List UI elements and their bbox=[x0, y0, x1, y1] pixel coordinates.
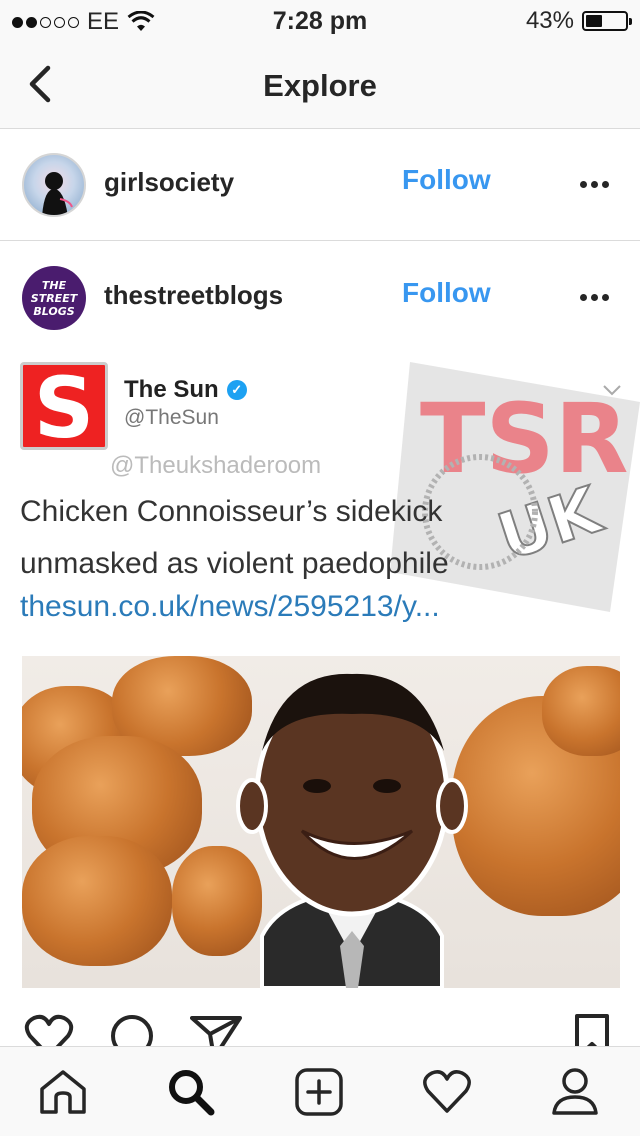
avatar[interactable] bbox=[22, 153, 86, 217]
post-action-bar bbox=[0, 990, 640, 1060]
search-icon bbox=[169, 1070, 215, 1116]
more-options-icon[interactable] bbox=[580, 181, 609, 188]
tab-add[interactable] bbox=[294, 1067, 344, 1117]
more-options-icon[interactable] bbox=[580, 294, 609, 301]
logo-letter: S bbox=[33, 362, 95, 450]
profile-icon bbox=[552, 1068, 598, 1115]
follow-button[interactable]: Follow bbox=[402, 277, 491, 309]
post[interactable]: TSR UK S The Sun ✓ @TheSun @Theukshadero… bbox=[0, 350, 640, 990]
tweet-link: thesun.co.uk/news/2595213/y... bbox=[20, 590, 440, 623]
post-image bbox=[22, 656, 620, 988]
battery-percent: 43% bbox=[525, 7, 574, 34]
battery-fill bbox=[586, 15, 603, 27]
home-icon bbox=[40, 1070, 86, 1114]
silhouette-icon bbox=[42, 172, 73, 215]
avatar-text-line: STREET bbox=[30, 291, 78, 305]
nav-bar: Explore bbox=[0, 40, 640, 129]
status-bar: EE 7:28 pm 43% bbox=[0, 0, 640, 40]
tab-bar bbox=[0, 1046, 640, 1136]
verified-badge-icon: ✓ bbox=[226, 380, 247, 400]
tab-profile[interactable] bbox=[550, 1067, 600, 1117]
follow-button[interactable]: Follow bbox=[402, 164, 491, 196]
avatar-text-line: THE bbox=[41, 278, 67, 292]
tsr-logo-text: TSR bbox=[420, 383, 629, 495]
avatar[interactable]: THE STREET BLOGS bbox=[22, 266, 86, 330]
tab-activity[interactable] bbox=[422, 1067, 472, 1117]
add-icon bbox=[295, 1068, 343, 1116]
tab-home[interactable] bbox=[38, 1067, 88, 1117]
tweet-author-name: The Sun bbox=[124, 376, 219, 403]
avatar-text-line: BLOGS bbox=[33, 304, 75, 318]
account-row-girlsociety: girlsociety Follow bbox=[0, 129, 640, 241]
status-right: 43% bbox=[525, 7, 632, 35]
username[interactable]: thestreetblogs bbox=[104, 280, 283, 311]
tweet-handle: @TheSun bbox=[124, 406, 219, 429]
the-sun-logo: S bbox=[20, 362, 108, 450]
page-title: Explore bbox=[263, 68, 377, 103]
chevron-down-icon[interactable] bbox=[602, 384, 622, 396]
account-row-thestreetblogs: THE STREET BLOGS thestreetblogs Follow bbox=[0, 242, 640, 354]
battery-icon bbox=[582, 11, 632, 31]
watermark-text: @Theukshaderoom bbox=[110, 452, 322, 479]
person-photo bbox=[236, 673, 468, 988]
tweet-text: Chicken Connoisseur’s sidekick unmasked … bbox=[20, 495, 449, 580]
activity-heart-icon bbox=[423, 1070, 471, 1113]
username[interactable]: girlsociety bbox=[104, 167, 234, 198]
tweet-author: The Sun ✓ bbox=[124, 376, 247, 404]
tab-search[interactable] bbox=[166, 1067, 216, 1117]
